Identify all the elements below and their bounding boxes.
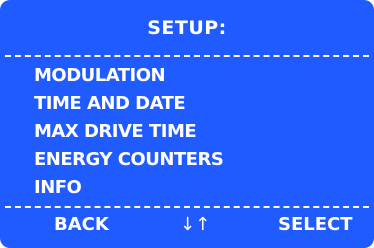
- back-button[interactable]: BACK: [54, 213, 109, 237]
- page-title: SETUP:: [147, 17, 227, 39]
- menu-item-modulation[interactable]: MODULATION: [34, 62, 223, 90]
- menu-item-energy-counters[interactable]: ENERGY COUNTERS: [34, 146, 224, 174]
- menu-item-info[interactable]: INFO: [34, 174, 223, 202]
- setup-screen: SETUP: MODULATION TIME AND DATE MAX DRIV…: [0, 0, 374, 248]
- menu-item-max-drive-time[interactable]: MAX DRIVE TIME: [34, 118, 223, 146]
- top-divider: [5, 55, 369, 57]
- bottom-divider: [5, 206, 369, 208]
- scroll-arrows-icon[interactable]: ↓↑: [180, 213, 210, 237]
- menu-item-time-and-date[interactable]: TIME AND DATE: [34, 90, 223, 118]
- setup-menu: MODULATION TIME AND DATE MAX DRIVE TIME …: [34, 62, 224, 202]
- select-button[interactable]: SELECT: [278, 213, 353, 237]
